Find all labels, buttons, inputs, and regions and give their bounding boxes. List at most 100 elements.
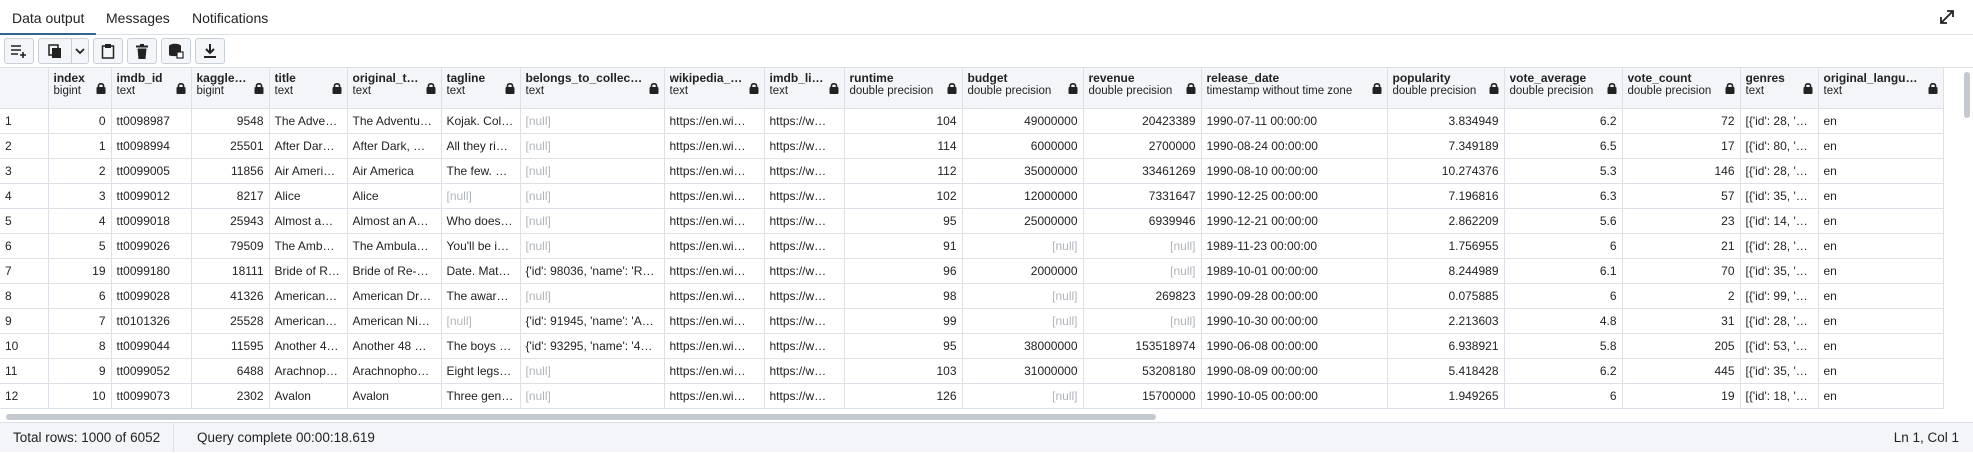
cell-vote-average[interactable]: 6.1	[1504, 258, 1623, 284]
row-number[interactable]: 5	[0, 208, 49, 234]
cell-vote-count[interactable]: 445	[1622, 358, 1741, 384]
cell-popularity[interactable]: 7.349189	[1387, 133, 1505, 159]
cell-runtime[interactable]: 104	[844, 108, 963, 134]
cell-revenue[interactable]: 2700000	[1083, 133, 1202, 159]
cell-tagline[interactable]: Eight legs…	[441, 358, 521, 384]
cell-original-title[interactable]: American Dr…	[347, 283, 442, 309]
cell-tagline[interactable]: The few. …	[441, 158, 521, 184]
table-row[interactable]: 5 4 tt0099018 25943 Almost a… Almost an A… Who…	[0, 208, 1944, 234]
cell-genres[interactable]: [{'id': 99, '…	[1740, 283, 1819, 309]
cell-revenue[interactable]: [null]	[1083, 258, 1202, 284]
cell-wikipedia-url[interactable]: https://en.wi…	[664, 283, 765, 309]
cell-genres[interactable]: [{'id': 28, '…	[1740, 158, 1819, 184]
cell-genres[interactable]: [{'id': 28, '…	[1740, 108, 1819, 134]
cell-wikipedia-url[interactable]: https://en.wi…	[664, 358, 765, 384]
cell-revenue[interactable]: 53208180	[1083, 358, 1202, 384]
cell-vote-count[interactable]: 2	[1622, 283, 1741, 309]
cell-original-title[interactable]: Avalon	[347, 383, 442, 409]
cell-original-language[interactable]: en	[1818, 283, 1944, 309]
tab-data-output[interactable]: Data output	[0, 0, 97, 35]
column-header-original-language[interactable]: original_language text	[1818, 68, 1944, 109]
cell-original-language[interactable]: en	[1818, 158, 1944, 184]
cell-budget[interactable]: 25000000	[962, 208, 1084, 234]
cell-wikipedia-url[interactable]: https://en.wi…	[664, 308, 765, 334]
cell-popularity[interactable]: 6.938921	[1387, 333, 1505, 359]
cell-imdb-id[interactable]: tt0099044	[111, 333, 192, 359]
cell-vote-average[interactable]: 5.8	[1504, 333, 1623, 359]
cell-vote-count[interactable]: 70	[1622, 258, 1741, 284]
table-row[interactable]: 11 9 tt0099052 6488 Arachnop… Arachnopho… Eigh…	[0, 358, 1944, 384]
cell-revenue[interactable]: 7331647	[1083, 183, 1202, 209]
cell-release-date[interactable]: 1990-10-30 00:00:00	[1201, 308, 1388, 334]
cell-popularity[interactable]: 2.213603	[1387, 308, 1505, 334]
cell-budget[interactable]: 6000000	[962, 133, 1084, 159]
cell-belongs-to-collection[interactable]: [null]	[520, 208, 665, 234]
table-row[interactable]: 2 1 tt0098994 25501 After Dar… After Dark, … A…	[0, 133, 1944, 159]
copy-options-button[interactable]	[71, 38, 89, 64]
column-header-imdb-link[interactable]: imdb_link text	[764, 68, 845, 109]
cell-imdb-id[interactable]: tt0099012	[111, 183, 192, 209]
cell-wikipedia-url[interactable]: https://en.wi…	[664, 208, 765, 234]
cell-original-title[interactable]: Air America	[347, 158, 442, 184]
table-row[interactable]: 6 5 tt0099026 79509 The Amb… The Ambula… You'l…	[0, 233, 1944, 259]
cell-runtime[interactable]: 91	[844, 233, 963, 259]
cell-index[interactable]: 6	[48, 283, 112, 309]
cell-tagline[interactable]: [null]	[441, 308, 521, 334]
cell-imdb-id[interactable]: tt0101326	[111, 308, 192, 334]
column-header-imdb-id[interactable]: imdb_id text	[111, 68, 192, 109]
cell-vote-count[interactable]: 17	[1622, 133, 1741, 159]
cell-wikipedia-url[interactable]: https://en.wi…	[664, 383, 765, 409]
cell-wikipedia-url[interactable]: https://en.wi…	[664, 233, 765, 259]
cell-original-language[interactable]: en	[1818, 383, 1944, 409]
cell-revenue[interactable]: 153518974	[1083, 333, 1202, 359]
cell-belongs-to-collection[interactable]: [null]	[520, 158, 665, 184]
cell-budget[interactable]: 38000000	[962, 333, 1084, 359]
cell-genres[interactable]: [{'id': 35, '…	[1740, 258, 1819, 284]
cell-popularity[interactable]: 1.756955	[1387, 233, 1505, 259]
cell-revenue[interactable]: [null]	[1083, 233, 1202, 259]
cell-imdb-id[interactable]: tt0099018	[111, 208, 192, 234]
cell-title[interactable]: After Dar…	[269, 133, 348, 159]
cell-original-language[interactable]: en	[1818, 258, 1944, 284]
table-row[interactable]: 4 3 tt0099012 8217 Alice Alice [null] [null] htt…	[0, 183, 1944, 209]
table-row[interactable]: 12 10 tt0099073 2302 Avalon Avalon Three gen…[…	[0, 383, 1944, 409]
cell-vote-average[interactable]: 6	[1504, 283, 1623, 309]
column-header-revenue[interactable]: revenue double precision	[1083, 68, 1202, 109]
cell-belongs-to-collection[interactable]: [null]	[520, 283, 665, 309]
row-number[interactable]: 9	[0, 308, 49, 334]
column-header-original-title[interactable]: original_title text	[347, 68, 442, 109]
cell-popularity[interactable]: 5.418428	[1387, 358, 1505, 384]
cell-tagline[interactable]: All they ri…	[441, 133, 521, 159]
column-header-kaggle-id[interactable]: kaggle_id bigint	[191, 68, 270, 109]
column-header-wikipedia-url[interactable]: wikipedia_url text	[664, 68, 765, 109]
cell-index[interactable]: 4	[48, 208, 112, 234]
cell-original-title[interactable]: The Ambula…	[347, 233, 442, 259]
horizontal-scrollbar[interactable]	[0, 410, 1973, 422]
cell-index[interactable]: 8	[48, 333, 112, 359]
tab-notifications[interactable]: Notifications	[180, 0, 280, 35]
cell-imdb-id[interactable]: tt0098994	[111, 133, 192, 159]
cell-tagline[interactable]: Kojak. Col…	[441, 108, 521, 134]
cell-original-language[interactable]: en	[1818, 233, 1944, 259]
cell-budget[interactable]: 35000000	[962, 158, 1084, 184]
cell-popularity[interactable]: 3.834949	[1387, 108, 1505, 134]
cell-original-title[interactable]: After Dark, …	[347, 133, 442, 159]
cell-tagline[interactable]: You'll be i…	[441, 233, 521, 259]
cell-imdb-id[interactable]: tt0099028	[111, 283, 192, 309]
cell-vote-average[interactable]: 5.3	[1504, 158, 1623, 184]
cell-tagline[interactable]: Three gen…	[441, 383, 521, 409]
cell-vote-average[interactable]: 6	[1504, 383, 1623, 409]
cell-release-date[interactable]: 1990-12-21 00:00:00	[1201, 208, 1388, 234]
column-header-popularity[interactable]: popularity double precision	[1387, 68, 1505, 109]
cell-imdb-link[interactable]: https://w…	[764, 183, 845, 209]
cell-wikipedia-url[interactable]: https://en.wi…	[664, 258, 765, 284]
cell-runtime[interactable]: 102	[844, 183, 963, 209]
cell-belongs-to-collection[interactable]: [null]	[520, 383, 665, 409]
cell-release-date[interactable]: 1990-07-11 00:00:00	[1201, 108, 1388, 134]
cell-title[interactable]: Avalon	[269, 383, 348, 409]
cell-original-language[interactable]: en	[1818, 133, 1944, 159]
cell-index[interactable]: 1	[48, 133, 112, 159]
cell-runtime[interactable]: 95	[844, 333, 963, 359]
cell-vote-average[interactable]: 6	[1504, 233, 1623, 259]
cell-index[interactable]: 10	[48, 383, 112, 409]
